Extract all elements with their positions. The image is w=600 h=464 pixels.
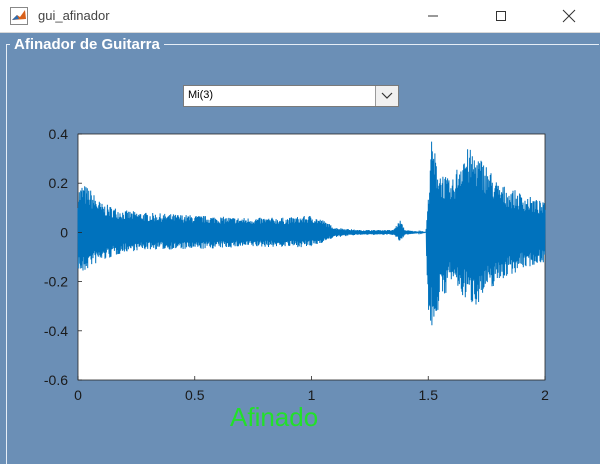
tuning-status: Afinado: [230, 402, 319, 432]
string-select-dropdown[interactable]: Mi(3): [183, 85, 399, 107]
tuner-panel: [6, 44, 599, 464]
close-icon: [562, 9, 576, 23]
chevron-down-icon: [381, 92, 393, 99]
window-titlebar: gui_afinador: [0, 0, 600, 33]
minimize-icon: [428, 15, 438, 17]
window-title: gui_afinador: [38, 8, 110, 23]
panel-title: Afinador de Guitarra: [10, 36, 164, 53]
minimize-button[interactable]: [410, 0, 456, 32]
maximize-icon: [496, 11, 506, 21]
matlab-app-icon: [10, 7, 28, 25]
string-select-value: Mi(3): [188, 89, 214, 101]
close-button[interactable]: [546, 0, 592, 32]
dropdown-toggle[interactable]: [375, 86, 398, 106]
maximize-button[interactable]: [478, 0, 524, 32]
